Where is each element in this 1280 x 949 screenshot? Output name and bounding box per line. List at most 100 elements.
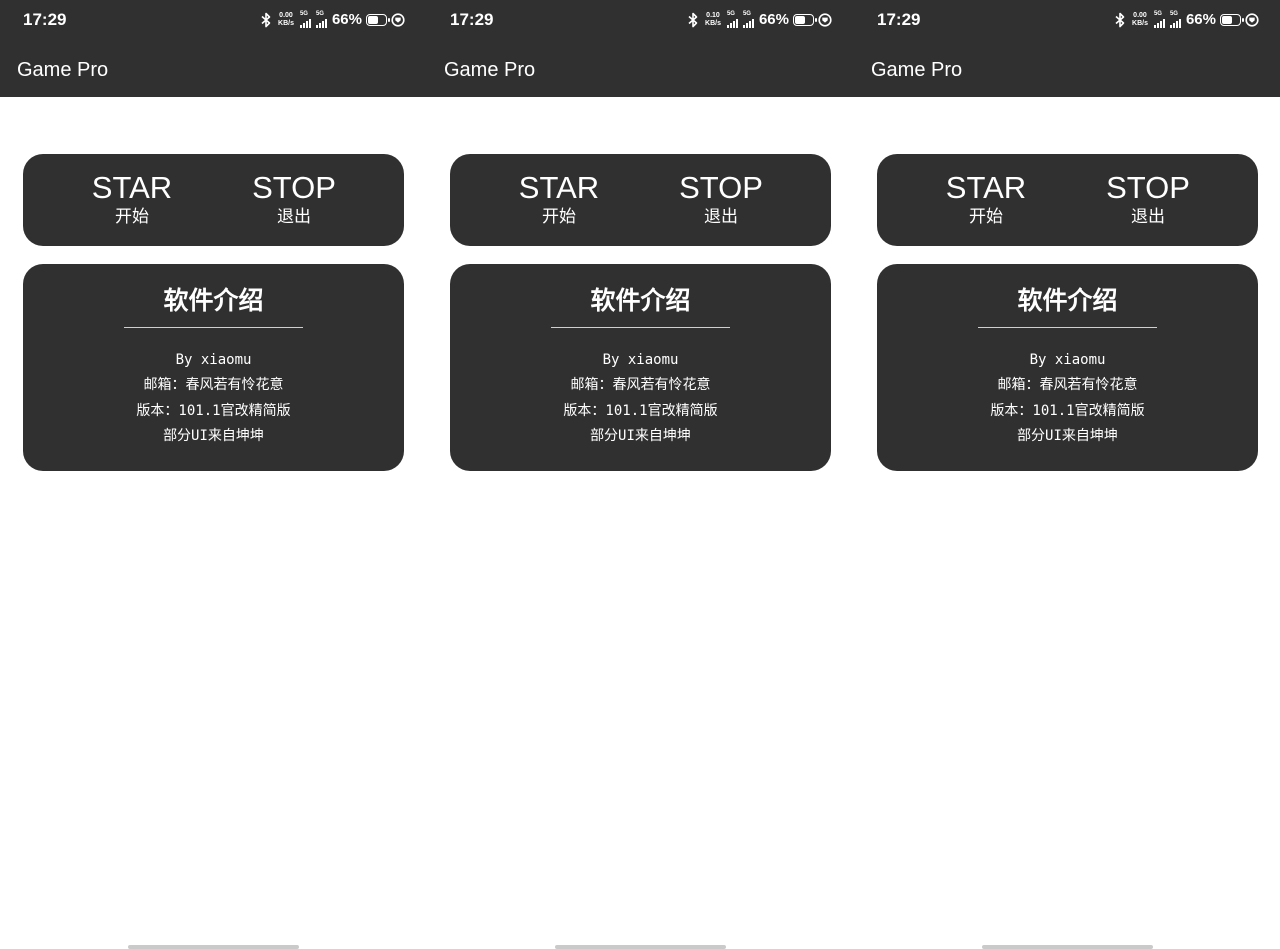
divider — [124, 327, 303, 328]
start-button[interactable]: STAR 开始 — [926, 170, 1046, 228]
network-speed-value: 0.00 — [279, 11, 293, 19]
info-line-version: 版本：101.1官改精简版 — [136, 402, 291, 419]
start-button[interactable]: STAR 开始 — [499, 170, 619, 228]
network-speed: 0.10 KB/s — [705, 12, 721, 28]
info-line-email: 邮箱：春风若有怜花意 — [997, 377, 1138, 394]
battery-percentage: 66% — [1185, 11, 1216, 28]
info-lines: By xiaomu 邮箱：春风若有怜花意 版本：101.1官改精简版 部分UI来… — [877, 348, 1258, 449]
sim2-network-type: 5G — [315, 10, 324, 17]
info-line-credits: 部分UI来自坤坤 — [590, 427, 691, 444]
start-label: STAR — [518, 170, 600, 205]
signal-icon: 5G — [315, 10, 327, 28]
home-indicator[interactable] — [128, 945, 299, 949]
info-line-author: By xiaomu — [1029, 352, 1106, 368]
charging-icon — [1245, 12, 1259, 27]
sim1-network-type: 5G — [299, 10, 308, 17]
stop-label: STOP — [679, 170, 763, 205]
network-speed-unit: KB/s — [278, 19, 294, 27]
network-speed-unit: KB/s — [1132, 19, 1148, 27]
sim2-network-type: 5G — [1169, 10, 1178, 17]
signal-icon: 5G — [1153, 10, 1165, 28]
network-speed: 0.00 KB/s — [278, 12, 294, 28]
network-speed-unit: KB/s — [705, 19, 721, 27]
info-lines: By xiaomu 邮箱：春风若有怜花意 版本：101.1官改精简版 部分UI来… — [450, 348, 831, 449]
status-icons: 0.00 KB/s 5G 5G 66% — [1114, 11, 1259, 28]
network-speed-value: 0.10 — [706, 11, 720, 19]
info-line-version: 版本：101.1官改精简版 — [563, 402, 718, 419]
control-card: STAR 开始 STOP 退出 — [23, 154, 404, 246]
info-line-email: 邮箱：春风若有怜花意 — [143, 377, 284, 394]
status-time: 17:29 — [877, 10, 921, 29]
signal-icon: 5G — [742, 10, 754, 28]
control-card: STAR 开始 STOP 退出 — [450, 154, 831, 246]
battery-percentage: 66% — [331, 11, 362, 28]
battery-icon — [366, 13, 390, 26]
charging-icon — [391, 12, 405, 27]
info-line-credits: 部分UI来自坤坤 — [1017, 427, 1118, 444]
bluetooth-icon — [688, 12, 698, 27]
stop-button[interactable]: STOP 退出 — [234, 170, 354, 228]
info-line-author: By xiaomu — [602, 352, 679, 368]
stop-label: STOP — [252, 170, 336, 205]
divider — [551, 327, 730, 328]
app-title: Game Pro — [871, 59, 963, 81]
screenshot-collage: 17:29 0.00 KB/s 5G 5G 66% Game Pro STAR … — [0, 0, 1280, 949]
bluetooth-icon — [261, 12, 271, 27]
control-card: STAR 开始 STOP 退出 — [877, 154, 1258, 246]
info-card: 软件介绍 By xiaomu 邮箱：春风若有怜花意 版本：101.1官改精简版 … — [450, 264, 831, 471]
info-lines: By xiaomu 邮箱：春风若有怜花意 版本：101.1官改精简版 部分UI来… — [23, 348, 404, 449]
info-line-version: 版本：101.1官改精简版 — [990, 402, 1145, 419]
stop-sublabel: 退出 — [277, 207, 311, 227]
app-bar: 17:29 0.10 KB/s 5G 5G 66% Game Pro — [427, 0, 854, 97]
charging-icon — [818, 12, 832, 27]
info-line-author: By xiaomu — [175, 352, 252, 368]
info-card: 软件介绍 By xiaomu 邮箱：春风若有怜花意 版本：101.1官改精简版 … — [877, 264, 1258, 471]
sim1-network-type: 5G — [726, 10, 735, 17]
signal-icon: 5G — [299, 10, 311, 28]
stop-sublabel: 退出 — [1131, 207, 1165, 227]
stop-button[interactable]: STOP 退出 — [661, 170, 781, 228]
phone-screen-3: 17:29 0.00 KB/s 5G 5G 66% Game Pro STAR … — [854, 0, 1280, 949]
info-line-email: 邮箱：春风若有怜花意 — [570, 377, 711, 394]
app-title: Game Pro — [17, 59, 109, 81]
start-label: STAR — [91, 170, 173, 205]
sim2-network-type: 5G — [742, 10, 751, 17]
network-speed-value: 0.00 — [1133, 11, 1147, 19]
stop-button[interactable]: STOP 退出 — [1088, 170, 1208, 228]
app-title: Game Pro — [444, 59, 536, 81]
app-bar: 17:29 0.00 KB/s 5G 5G 66% Game Pro — [0, 0, 427, 97]
info-line-credits: 部分UI来自坤坤 — [163, 427, 264, 444]
battery-fill — [368, 15, 378, 24]
battery-fill — [1222, 15, 1232, 24]
info-title: 软件介绍 — [1017, 286, 1118, 315]
start-sublabel: 开始 — [969, 207, 1003, 227]
status-icons: 0.10 KB/s 5G 5G 66% — [687, 11, 832, 28]
battery-fill — [795, 15, 805, 24]
info-title: 软件介绍 — [590, 286, 691, 315]
start-button[interactable]: STAR 开始 — [72, 170, 192, 228]
start-sublabel: 开始 — [542, 207, 576, 227]
home-indicator[interactable] — [555, 945, 726, 949]
info-card: 软件介绍 By xiaomu 邮箱：春风若有怜花意 版本：101.1官改精简版 … — [23, 264, 404, 471]
stop-label: STOP — [1106, 170, 1190, 205]
info-title: 软件介绍 — [163, 286, 264, 315]
stop-sublabel: 退出 — [704, 207, 738, 227]
battery-icon — [1220, 13, 1244, 26]
bluetooth-icon — [1115, 12, 1125, 27]
start-sublabel: 开始 — [115, 207, 149, 227]
divider — [978, 327, 1157, 328]
phone-screen-2: 17:29 0.10 KB/s 5G 5G 66% Game Pro STAR … — [427, 0, 854, 949]
battery-icon — [793, 13, 817, 26]
start-label: STAR — [945, 170, 1027, 205]
signal-icon: 5G — [1169, 10, 1181, 28]
network-speed: 0.00 KB/s — [1132, 12, 1148, 28]
status-icons: 0.00 KB/s 5G 5G 66% — [260, 11, 405, 28]
app-bar: 17:29 0.00 KB/s 5G 5G 66% Game Pro — [854, 0, 1280, 97]
status-time: 17:29 — [23, 10, 67, 29]
phone-screen-1: 17:29 0.00 KB/s 5G 5G 66% Game Pro STAR … — [0, 0, 427, 949]
battery-percentage: 66% — [758, 11, 789, 28]
signal-icon: 5G — [726, 10, 738, 28]
home-indicator[interactable] — [982, 945, 1153, 949]
status-time: 17:29 — [450, 10, 494, 29]
sim1-network-type: 5G — [1153, 10, 1162, 17]
